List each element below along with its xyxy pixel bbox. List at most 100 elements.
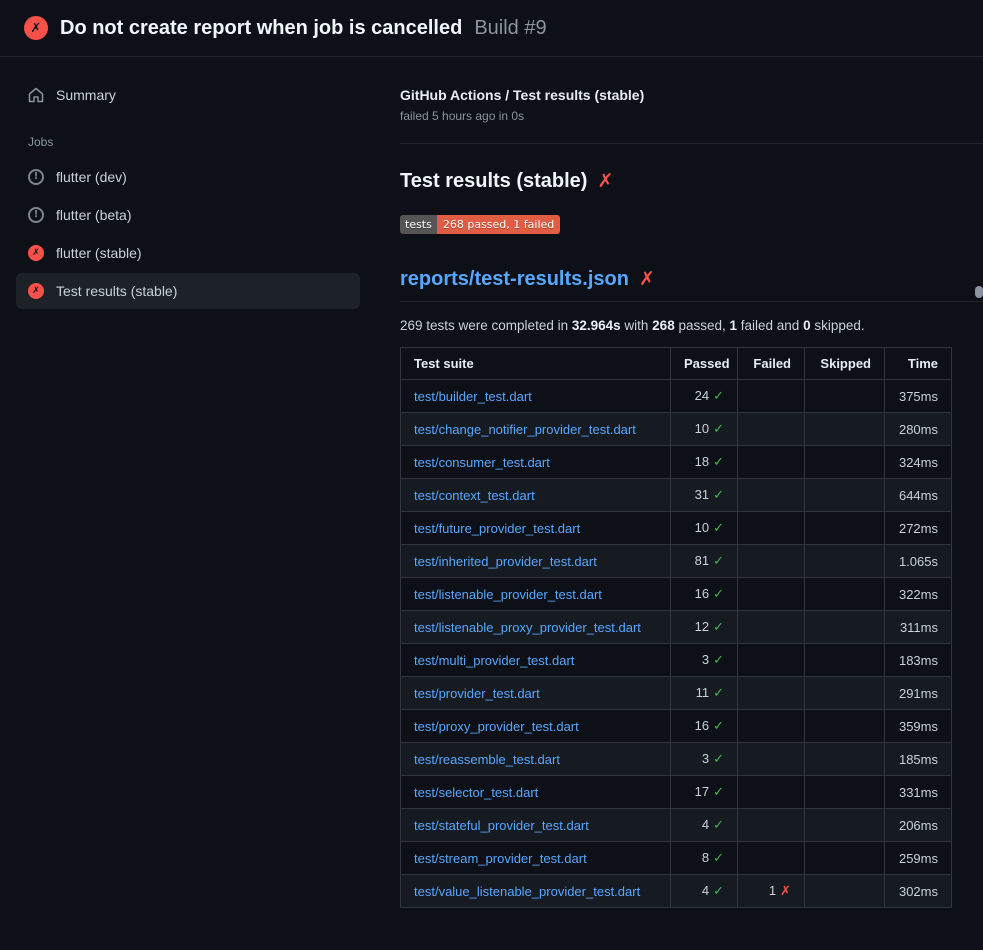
passed-count: 11 <box>696 685 710 700</box>
sidebar-item-flutter-stable[interactable]: ✗flutter (stable) <box>16 235 360 271</box>
passed-count: 31 <box>695 487 709 502</box>
failed-cell <box>738 743 805 776</box>
check-icon: ✓ <box>713 719 724 734</box>
sidebar-item-test-results-stable[interactable]: ✗Test results (stable) <box>16 273 360 309</box>
passed-cell: 3✓ <box>671 743 738 776</box>
sidebar: Summary Jobs !flutter (dev)!flutter (bet… <box>0 57 376 950</box>
test-suite-link[interactable]: test/selector_test.dart <box>414 785 538 800</box>
home-icon <box>28 87 44 103</box>
summary-segment: 32.964s <box>572 318 621 333</box>
suite-cell: test/listenable_provider_test.dart <box>401 578 671 611</box>
passed-cell: 24 ✓ <box>671 380 738 413</box>
passed-cell: 10✓ <box>671 413 738 446</box>
section-divider <box>400 143 983 144</box>
table-row: test/provider_test.dart11✓291ms <box>401 677 952 710</box>
table-row: test/inherited_provider_test.dart81✓1.06… <box>401 545 952 578</box>
check-icon: ✓ <box>713 455 724 470</box>
skipped-cell <box>805 611 885 644</box>
suite-cell: test/stream_provider_test.dart <box>401 842 671 875</box>
passed-count: 18 <box>695 454 709 469</box>
test-suite-link[interactable]: test/listenable_proxy_provider_test.dart <box>414 620 641 635</box>
table-row: test/selector_test.dart17✓331ms <box>401 776 952 809</box>
test-suite-link[interactable]: test/inherited_provider_test.dart <box>414 554 597 569</box>
x-circle-icon: ✗ <box>24 16 48 40</box>
passed-count: 3 <box>702 652 709 667</box>
suite-cell: test/change_notifier_provider_test.dart <box>401 413 671 446</box>
test-suite-link[interactable]: test/proxy_provider_test.dart <box>414 719 579 734</box>
failed-cell <box>738 413 805 446</box>
sidebar-item-flutter-beta[interactable]: !flutter (beta) <box>16 197 360 233</box>
sidebar-item-summary[interactable]: Summary <box>16 77 360 113</box>
failed-cell <box>738 644 805 677</box>
test-suite-link[interactable]: test/consumer_test.dart <box>414 455 550 470</box>
passed-count: 24 <box>695 388 709 403</box>
failed-cell <box>738 578 805 611</box>
skipped-cell <box>805 446 885 479</box>
column-header-failed: Failed <box>738 348 805 380</box>
test-suite-link[interactable]: test/builder_test.dart <box>414 389 532 404</box>
test-suite-link[interactable]: test/change_notifier_provider_test.dart <box>414 422 636 437</box>
time-cell: 644ms <box>885 479 952 512</box>
table-row: test/multi_provider_test.dart3✓183ms <box>401 644 952 677</box>
report-link[interactable]: reports/test-results.json <box>400 268 629 291</box>
tests-badge: tests 268 passed, 1 failed <box>400 215 560 234</box>
skipped-cell <box>805 842 885 875</box>
summary-segment: failed and <box>737 318 803 333</box>
sidebar-jobs-list: !flutter (dev)!flutter (beta)✗flutter (s… <box>16 159 360 309</box>
passed-cell: 81 ✓ <box>671 545 738 578</box>
test-suite-link[interactable]: test/listenable_provider_test.dart <box>414 587 602 602</box>
check-icon: ✓ <box>713 554 724 569</box>
sidebar-item-flutter-dev[interactable]: !flutter (dev) <box>16 159 360 195</box>
skipped-cell <box>805 578 885 611</box>
test-suite-link[interactable]: test/stateful_provider_test.dart <box>414 818 589 833</box>
check-icon: ✓ <box>713 620 724 635</box>
check-icon: ✓ <box>713 488 724 503</box>
suite-cell: test/provider_test.dart <box>401 677 671 710</box>
build-number: Build #9 <box>474 17 546 40</box>
passed-cell: 8✓ <box>671 842 738 875</box>
passed-cell: 16✓ <box>671 578 738 611</box>
check-icon: ✓ <box>713 818 724 833</box>
job-label: flutter (beta) <box>56 207 131 223</box>
skipped-cell <box>805 710 885 743</box>
time-cell: 302ms <box>885 875 952 908</box>
passed-count: 16 <box>695 586 709 601</box>
time-cell: 206ms <box>885 809 952 842</box>
page-title: Do not create report when job is cancell… <box>60 17 462 40</box>
test-suite-link[interactable]: test/context_test.dart <box>414 488 535 503</box>
test-suite-link[interactable]: test/multi_provider_test.dart <box>414 653 574 668</box>
summary-line: 269 tests were completed in 32.964s with… <box>400 318 983 333</box>
main-content: GitHub Actions / Test results (stable) f… <box>376 57 983 950</box>
passed-cell: 12✓ <box>671 611 738 644</box>
passed-cell: 17✓ <box>671 776 738 809</box>
column-header-passed: Passed <box>671 348 738 380</box>
table-row: test/reassemble_test.dart 3✓ 185ms <box>401 743 952 776</box>
passed-count: 81 <box>695 553 709 568</box>
badge-label: tests <box>400 215 437 234</box>
time-cell: 272ms <box>885 512 952 545</box>
table-row: test/context_test.dart 31 ✓ 644ms <box>401 479 952 512</box>
check-icon: ✓ <box>713 389 724 404</box>
x-icon: ✗ <box>780 884 791 899</box>
section-title: Test results (stable) ✗ <box>400 170 983 193</box>
test-suite-link[interactable]: test/reassemble_test.dart <box>414 752 560 767</box>
suite-cell: test/listenable_proxy_provider_test.dart <box>401 611 671 644</box>
test-suite-link[interactable]: test/provider_test.dart <box>414 686 540 701</box>
summary-segment: 268 <box>652 318 675 333</box>
test-suite-link[interactable]: test/stream_provider_test.dart <box>414 851 587 866</box>
suite-cell: test/reassemble_test.dart <box>401 743 671 776</box>
results-table: Test suite Passed Failed Skipped Time te… <box>400 347 952 908</box>
badge-value: 268 passed, 1 failed <box>437 215 560 234</box>
suite-cell: test/consumer_test.dart <box>401 446 671 479</box>
failed-cell <box>738 512 805 545</box>
time-cell: 185ms <box>885 743 952 776</box>
scrollbar-thumb[interactable] <box>975 286 983 298</box>
report-title: reports/test-results.json ✗ <box>400 268 983 302</box>
suite-cell: test/selector_test.dart <box>401 776 671 809</box>
passed-cell: 10✓ <box>671 512 738 545</box>
check-run-header: ✗ Do not create report when job is cance… <box>0 0 983 57</box>
test-suite-link[interactable]: test/future_provider_test.dart <box>414 521 580 536</box>
test-suite-link[interactable]: test/value_listenable_provider_test.dart <box>414 884 640 899</box>
suite-cell: test/inherited_provider_test.dart <box>401 545 671 578</box>
suite-cell: test/future_provider_test.dart <box>401 512 671 545</box>
